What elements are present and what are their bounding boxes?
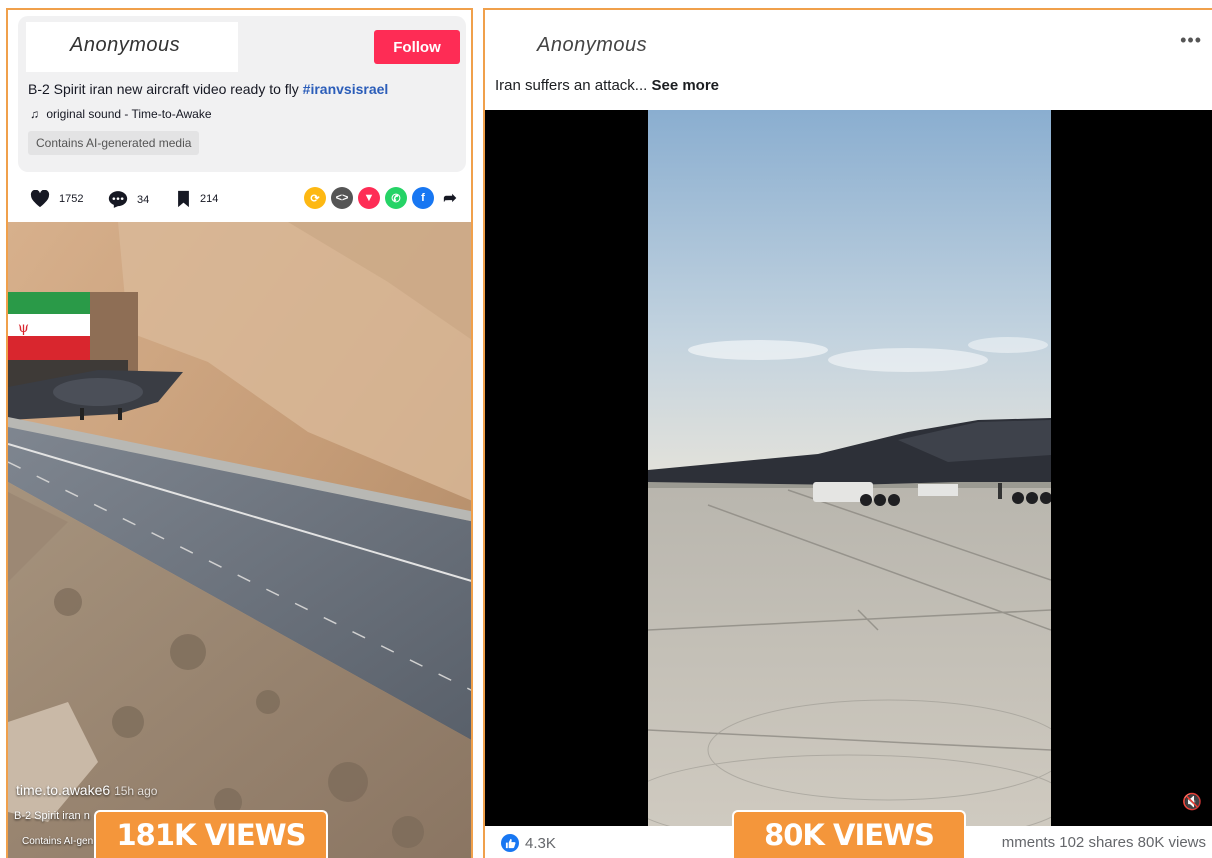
facebook-post: Anonymous ••• Iran suffers an attack... … — [483, 8, 1212, 858]
overlay-ai-label: Contains AI-gen — [22, 836, 94, 847]
views-badge-right: 80K VIEWS — [732, 810, 966, 858]
svg-text:ψ: ψ — [18, 320, 29, 336]
overlay-caption: B-2 Spirit iran n — [14, 810, 90, 822]
caption-text: B-2 Spirit iran new aircraft video ready… — [28, 81, 303, 97]
sound-label: original sound - Time-to-Awake — [46, 107, 212, 121]
repost-icon[interactable]: ⟳ — [304, 187, 326, 209]
comment-count: 34 — [137, 193, 150, 206]
post-text: Iran suffers an attack... See more — [495, 77, 719, 94]
video-frame — [648, 110, 1051, 826]
action-bar: 1752 34 214 ⟳ <> ▼ ✆ f ➦ — [8, 176, 471, 224]
ai-generated-badge: Contains AI-generated media — [28, 131, 200, 155]
see-more-link[interactable]: See more — [651, 77, 719, 94]
author-name[interactable]: Anonymous — [537, 34, 647, 57]
like-action[interactable]: 1752 — [30, 190, 83, 208]
whatsapp-icon[interactable]: ✆ — [385, 187, 407, 209]
comment-action[interactable]: 34 — [108, 190, 149, 209]
reaction-count: 4.3K — [525, 834, 556, 852]
video-overlay-author: time.to.awake6 15h ago — [16, 782, 157, 798]
muted-speaker-icon[interactable]: 🔇 — [1182, 792, 1202, 812]
bookmark-icon — [178, 190, 189, 208]
comment-icon — [108, 191, 128, 208]
video-frame-image: ψ — [8, 222, 471, 858]
overlay-time: 15h ago — [114, 784, 158, 798]
tiktok-post: Anonymous Follow B-2 Spirit iran new air… — [6, 8, 473, 858]
reactions-summary[interactable]: 4.3K — [501, 834, 556, 852]
video-player[interactable]: 🔇 — [485, 110, 1212, 826]
save-count: 214 — [200, 193, 219, 205]
post-body: Iran suffers an attack... — [495, 77, 652, 94]
sound-link[interactable]: ♫ original sound - Time-to-Awake — [30, 107, 212, 121]
post-header-card: Anonymous Follow B-2 Spirit iran new air… — [18, 16, 466, 172]
heart-icon — [30, 190, 50, 208]
share-buttons: ⟳ <> ▼ ✆ f ➦ — [304, 187, 461, 209]
facebook-icon[interactable]: f — [412, 187, 434, 209]
post-caption: B-2 Spirit iran new aircraft video ready… — [28, 81, 388, 97]
more-options-icon[interactable]: ••• — [1180, 30, 1202, 51]
author-name[interactable]: Anonymous — [26, 22, 238, 72]
video-frame-image — [648, 110, 1051, 826]
save-action[interactable]: 214 — [176, 190, 218, 208]
embed-icon[interactable]: <> — [331, 187, 353, 209]
send-icon[interactable]: ▼ — [358, 187, 380, 209]
like-reaction-icon — [501, 834, 519, 852]
views-badge-left: 181K VIEWS — [94, 810, 328, 858]
engagement-stats[interactable]: mments 102 shares 80K views — [1002, 834, 1206, 851]
share-arrow-icon[interactable]: ➦ — [439, 187, 461, 209]
video-player[interactable]: ψ time.to.awake6 15h ago B-2 Spirit iran… — [8, 222, 471, 858]
music-note-icon: ♫ — [30, 107, 39, 121]
follow-button[interactable]: Follow — [374, 30, 460, 64]
like-count: 1752 — [59, 193, 84, 205]
overlay-username[interactable]: time.to.awake6 — [16, 782, 110, 798]
hashtag-link[interactable]: #iranvsisrael — [303, 81, 389, 97]
